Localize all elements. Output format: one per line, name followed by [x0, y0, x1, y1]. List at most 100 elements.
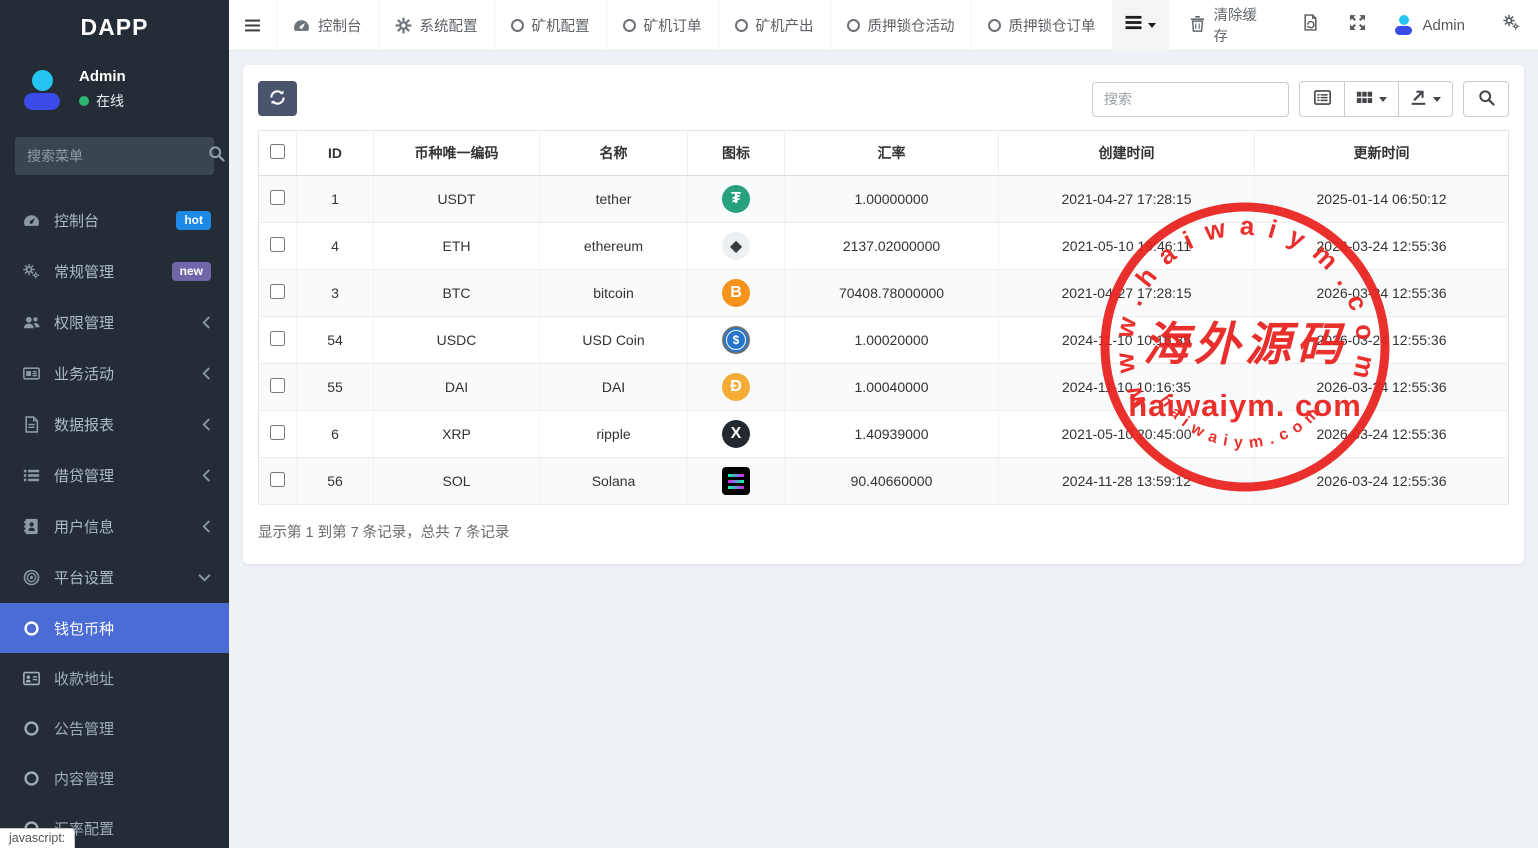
cell-updated: 2026-03-24 12:55:36 [1255, 411, 1509, 458]
sidebar-subitem-2[interactable]: 公告管理 [0, 703, 229, 753]
cell-code: ETH [374, 223, 540, 270]
settings-button[interactable] [1479, 14, 1538, 36]
nav-tab-label: 矿机配置 [532, 15, 590, 36]
id-card-icon [22, 670, 41, 687]
cell-id: 3 [297, 270, 374, 317]
tabs-dropdown-button[interactable] [1112, 0, 1169, 51]
cell-id: 54 [297, 317, 374, 364]
export-button[interactable] [1399, 81, 1453, 117]
sidebar-subitem-label: 钱包币种 [54, 618, 114, 639]
nav-tab-0[interactable]: 控制台 [276, 0, 378, 51]
content: ID币种唯一编码名称图标汇率创建时间更新时间 1USDTtether₮1.000… [229, 51, 1538, 848]
caret-down-icon [1148, 23, 1156, 28]
usdt-icon: ₮ [722, 185, 750, 213]
column-header: 图标 [688, 131, 785, 176]
refresh-table-button[interactable] [258, 81, 297, 116]
clear-cache-button[interactable]: 清除缓存 [1169, 4, 1288, 46]
sidebar-item-label: 数据报表 [54, 414, 114, 435]
nav-tab-4[interactable]: 矿机产出 [718, 0, 830, 51]
sidebar-subitem-0[interactable]: 钱包币种 [0, 603, 229, 653]
row-checkbox[interactable] [270, 425, 285, 440]
sidebar: DAPP Admin 在线 控制台hot常规管理new权限管理业务活动数据报表借… [0, 0, 229, 848]
cell-updated: 2026-03-24 12:55:36 [1255, 317, 1509, 364]
cell-icon: ₮ [688, 176, 785, 223]
chevron-left-icon [202, 520, 211, 533]
nav-tab-3[interactable]: 矿机订单 [606, 0, 718, 51]
nav-tab-1[interactable]: 系统配置 [378, 0, 494, 51]
nav-tab-label: 质押锁仓活动 [868, 15, 955, 36]
cell-id: 55 [297, 364, 374, 411]
sidebar-item-1[interactable]: 常规管理new [0, 246, 229, 297]
row-checkbox[interactable] [270, 331, 285, 346]
cell-code: DAI [374, 364, 540, 411]
sidebar-item-0[interactable]: 控制台hot [0, 195, 229, 246]
search-icon [1478, 89, 1495, 109]
detail-view-button[interactable] [1299, 81, 1345, 117]
circle-icon [22, 620, 41, 637]
link-status-tooltip: javascript: [0, 828, 75, 848]
tachometer-icon [293, 17, 310, 34]
sidebar-item-5[interactable]: 借贷管理 [0, 450, 229, 501]
topbar: 控制台系统配置 矿机配置 矿机订单矿机产出 质押锁仓活动 质押锁仓订单 清除缓存 Adm… [229, 0, 1538, 51]
refresh-icon [269, 89, 286, 109]
circle-icon [22, 720, 41, 737]
table-row: 6XRPrippleX1.409390002021-05-10 20:45:00… [259, 411, 1509, 458]
sidebar-search-input[interactable] [27, 148, 208, 164]
cell-created: 2024-11-10 10:16:35 [999, 317, 1255, 364]
nav-tab-6[interactable]: 质押锁仓订单 [971, 0, 1112, 51]
cell-icon: X [688, 411, 785, 458]
search-button[interactable] [1463, 81, 1509, 117]
users-icon [22, 314, 41, 331]
fullscreen-button[interactable] [1334, 14, 1381, 36]
cell-name: tether [540, 176, 688, 223]
row-checkbox[interactable] [270, 472, 285, 487]
row-checkbox[interactable] [270, 378, 285, 393]
nav-tab-label: 矿机订单 [644, 15, 702, 36]
table-row: 4ETHethereum◆2137.020000002021-05-10 19:… [259, 223, 1509, 270]
column-header: ID [297, 131, 374, 176]
select-all-checkbox[interactable] [270, 144, 285, 159]
circle-icon [22, 770, 41, 787]
refresh-page-button[interactable] [1287, 14, 1334, 36]
row-checkbox[interactable] [270, 237, 285, 252]
user-panel: Admin 在线 [0, 54, 229, 129]
list-icon [1125, 14, 1142, 36]
circle-icon [847, 19, 860, 32]
nav-tab-2[interactable]: 矿机配置 [494, 0, 606, 51]
cogs-icon [22, 263, 41, 280]
sidebar-item-2[interactable]: 权限管理 [0, 297, 229, 348]
sidebar-subitem-3[interactable]: 内容管理 [0, 753, 229, 803]
topbar-user[interactable]: Admin [1381, 15, 1479, 35]
row-checkbox[interactable] [270, 284, 285, 299]
cell-code: BTC [374, 270, 540, 317]
trash-icon [1189, 15, 1206, 36]
cell-name: ethereum [540, 223, 688, 270]
chevron-down-icon [198, 573, 211, 582]
chevron-left-icon [202, 418, 211, 431]
column-header: 汇率 [785, 131, 999, 176]
circle-icon [988, 19, 1001, 32]
table-search-input[interactable] [1092, 82, 1289, 117]
column-header: 创建时间 [999, 131, 1255, 176]
nav-tab-label: 质押锁仓订单 [1009, 15, 1096, 36]
row-checkbox[interactable] [270, 190, 285, 205]
hamburger-icon[interactable] [229, 17, 276, 34]
cell-rate: 2137.02000000 [785, 223, 999, 270]
cell-created: 2024-11-10 10:16:35 [999, 364, 1255, 411]
table-row: 55DAIDAIĐ1.000400002024-11-10 10:16:3520… [259, 364, 1509, 411]
sidebar-item-3[interactable]: 业务活动 [0, 348, 229, 399]
cell-rate: 70408.78000000 [785, 270, 999, 317]
sidebar-item-7[interactable]: 平台设置 [0, 552, 229, 603]
nav-tab-5[interactable]: 质押锁仓活动 [830, 0, 971, 51]
caret-down-icon [1379, 97, 1387, 102]
sidebar-item-4[interactable]: 数据报表 [0, 399, 229, 450]
main-area: 控制台系统配置 矿机配置 矿机订单矿机产出 质押锁仓活动 质押锁仓订单 清除缓存 Adm… [229, 0, 1538, 848]
columns-button[interactable] [1345, 81, 1399, 117]
sidebar-item-label: 平台设置 [54, 567, 114, 588]
cell-name: bitcoin [540, 270, 688, 317]
sidebar-item-6[interactable]: 用户信息 [0, 501, 229, 552]
sidebar-subitem-1[interactable]: 收款地址 [0, 653, 229, 703]
user-avatar [20, 70, 64, 110]
usdc-icon: $ [722, 326, 750, 354]
clear-cache-label: 清除缓存 [1214, 4, 1268, 46]
